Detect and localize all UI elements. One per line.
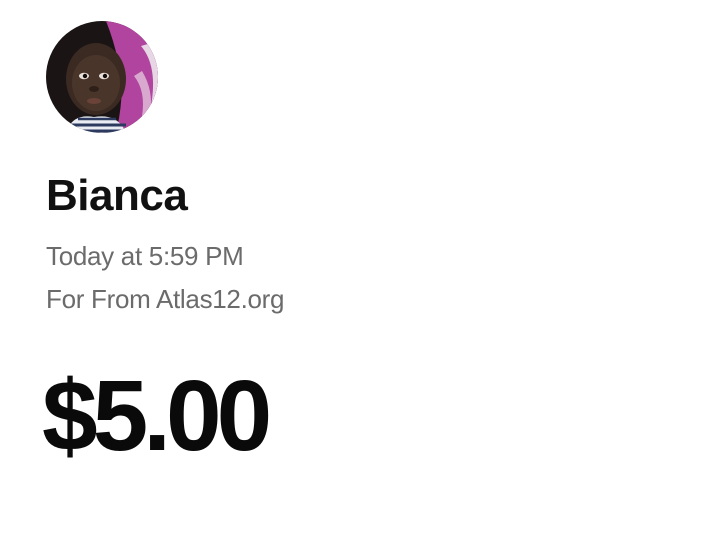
payment-note: For From Atlas12.org: [46, 284, 285, 314]
payment-timestamp: Today at 5:59 PM: [46, 241, 244, 271]
profile-photo: [46, 21, 158, 133]
sender-name: Bianca: [46, 171, 188, 220]
payment-amount: $5.00: [42, 360, 272, 472]
avatar: [46, 21, 158, 133]
payment-detail-card: Bianca Today at 5:59 PM For From Atlas12…: [0, 0, 720, 537]
